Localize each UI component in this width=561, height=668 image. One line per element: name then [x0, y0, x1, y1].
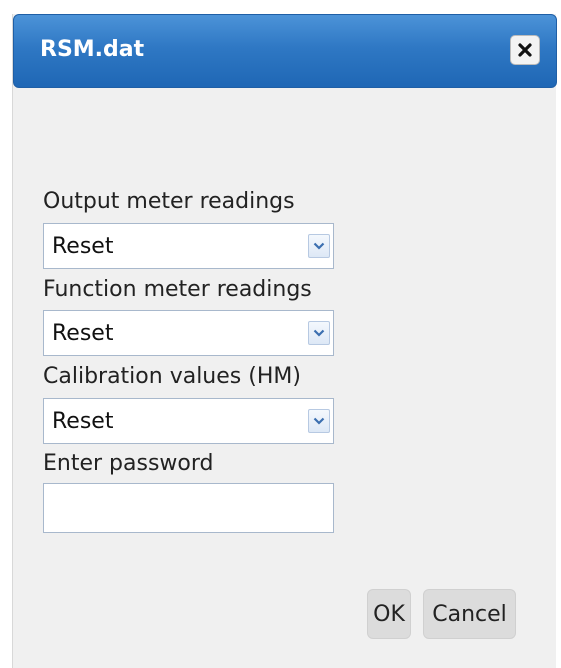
function-meter-label: Function meter readings: [43, 277, 312, 302]
calibration-select[interactable]: Reset: [43, 398, 334, 444]
dialog-titlebar[interactable]: RSM.dat: [13, 14, 557, 88]
output-meter-label: Output meter readings: [43, 189, 295, 214]
chevron-down-icon[interactable]: [308, 321, 330, 345]
output-meter-select-value: Reset: [52, 234, 114, 259]
chevron-down-icon[interactable]: [308, 409, 330, 433]
ok-button[interactable]: OK: [367, 589, 411, 639]
cancel-button[interactable]: Cancel: [423, 589, 516, 639]
dialog: RSM.dat Output meter readings Reset Func…: [12, 14, 557, 668]
calibration-label: Calibration values (HM): [43, 364, 301, 389]
output-meter-select[interactable]: Reset: [43, 223, 334, 269]
close-button[interactable]: [510, 35, 540, 65]
chevron-down-icon[interactable]: [308, 234, 330, 258]
function-meter-select[interactable]: Reset: [43, 310, 334, 356]
calibration-select-value: Reset: [52, 409, 114, 434]
dialog-title: RSM.dat: [40, 37, 145, 62]
password-input[interactable]: [43, 483, 334, 533]
password-label: Enter password: [43, 451, 214, 476]
close-icon: [518, 43, 532, 57]
function-meter-select-value: Reset: [52, 321, 114, 346]
